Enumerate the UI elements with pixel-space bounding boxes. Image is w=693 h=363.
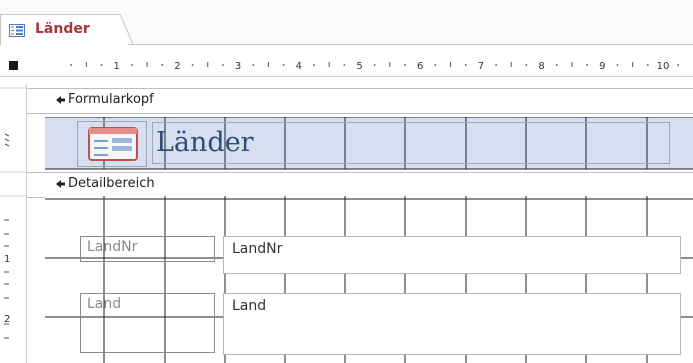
form-icon [88,127,138,161]
ruler-label: 6 [417,61,423,72]
ruler-dot [586,64,589,66]
tab-edge [113,14,134,45]
ruler-label: 7 [478,61,484,72]
ruler-label: 1 [4,254,10,265]
ruler-label: 8 [538,61,544,72]
section-arrow-icon [56,96,65,104]
header-logo-control[interactable] [77,121,147,167]
form-icon [9,24,25,37]
ruler-dot [464,64,467,66]
label-landnr[interactable]: LandNr [80,236,215,262]
ruler-dot [646,64,649,66]
ruler-label: 2 [174,61,180,72]
ruler-dot [677,64,680,66]
section-label-formularkopf: Formularkopf [68,92,154,107]
ruler-label: 9 [599,61,605,72]
horizontal-ruler: 1 2 3 4 5 6 7 8 9 10 [70,61,680,72]
ruler-tick [4,133,10,137]
textbox-land[interactable]: Land [223,293,681,355]
ruler-dot [313,64,315,66]
form-title-label[interactable]: Länder [152,122,670,164]
ruler-dot [404,64,406,66]
label-land[interactable]: Land [80,293,215,353]
ruler-label: 1 [114,61,120,72]
ruler-dot [525,64,528,66]
ruler-dot [252,64,255,66]
ruler-dot [130,64,133,66]
ruler-tick [4,138,10,142]
ruler-label: 5 [356,61,362,72]
tab-label[interactable]: Länder [35,21,90,37]
ruler-dot [343,64,346,66]
ruler-dot [282,64,285,66]
ruler-dot [495,64,497,66]
ruler-dot [434,64,437,66]
ruler-label: 3 [235,61,241,72]
ruler-tick [4,143,10,147]
ruler-dot [373,64,376,66]
form-selector[interactable] [9,61,18,70]
ruler-dot [191,64,194,66]
ruler-dot [555,64,558,66]
ruler-dot [222,64,224,66]
ruler-dot [616,64,619,66]
ruler-label: 10 [657,61,670,72]
ruler-dot [100,64,103,66]
ruler-dot [161,64,164,66]
vertical-ruler: 12 [0,84,27,363]
ruler-label: 2 [4,314,10,325]
textbox-landnr[interactable]: LandNr [223,236,681,274]
ruler-dot [70,64,73,66]
ruler-label: 4 [296,61,302,72]
